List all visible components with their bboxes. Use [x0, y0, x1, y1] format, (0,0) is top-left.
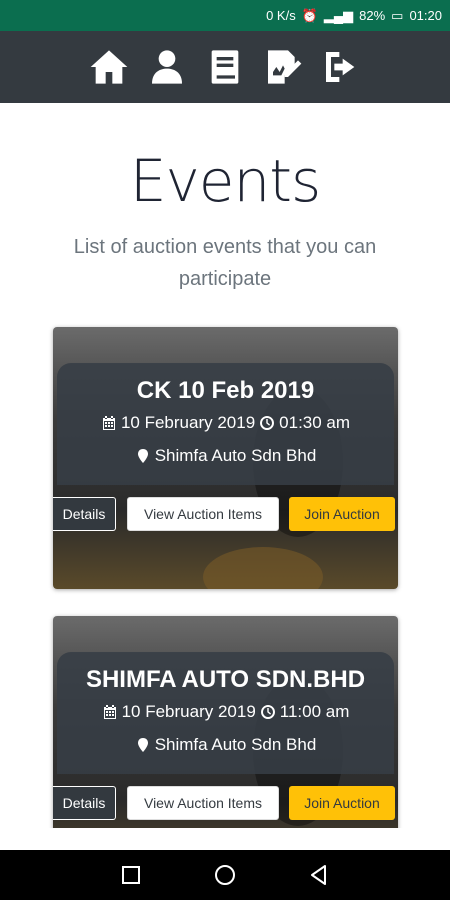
- details-button[interactable]: Details: [53, 786, 116, 820]
- user-icon[interactable]: [146, 46, 188, 88]
- event-location-row: Shimfa Auto Sdn Bhd: [53, 446, 398, 466]
- event-time: 11:00 am: [279, 702, 350, 721]
- event-location: Shimfa Auto Sdn Bhd: [154, 446, 317, 465]
- battery-level: 82%: [359, 8, 386, 23]
- signal-icon: ▂▄▆: [323, 7, 354, 23]
- sign-out-icon[interactable]: [320, 46, 362, 88]
- battery-icon: ▭: [391, 7, 404, 23]
- event-title: SHIMFA AUTO SDN.BHD: [85, 666, 366, 693]
- view-auction-items-button[interactable]: View Auction Items: [127, 786, 279, 820]
- map-marker-icon: [137, 449, 148, 463]
- back-icon[interactable]: [307, 863, 331, 887]
- edit-document-icon[interactable]: [262, 46, 304, 88]
- event-time: 01:30 am: [279, 413, 351, 432]
- page-subtitle: List of auction events that you can part…: [73, 236, 377, 290]
- join-auction-button[interactable]: Join Auction: [289, 786, 395, 820]
- event-location-row: Shimfa Auto Sdn Bhd: [53, 735, 398, 755]
- join-auction-button[interactable]: Join Auction: [289, 497, 395, 531]
- clock-icon: [260, 416, 275, 430]
- map-marker-icon: [137, 738, 148, 752]
- calendar-icon: [103, 705, 116, 719]
- status-bar: 0 K/s ⏰ ▂▄▆ 82% ▭ 01:20: [0, 0, 450, 31]
- system-navigation-bar: [0, 850, 450, 900]
- event-title: CK 10 Feb 2019: [136, 377, 315, 404]
- calendar-icon: [102, 416, 115, 430]
- page-title: Events: [129, 147, 321, 215]
- details-button[interactable]: Details: [53, 497, 116, 531]
- event-date-time: 10 February 2019 01:30 am: [53, 413, 398, 433]
- recents-icon[interactable]: [119, 863, 143, 887]
- event-card: CK 10 Feb 2019 10 February 2019 01:30 am…: [53, 327, 398, 589]
- home-icon[interactable]: [88, 46, 130, 88]
- clock-icon: [260, 705, 275, 719]
- alarm-icon: ⏰: [301, 7, 318, 23]
- network-speed: 0 K/s: [266, 8, 296, 23]
- event-location: Shimfa Auto Sdn Bhd: [154, 735, 317, 754]
- top-navbar: [0, 31, 450, 103]
- event-date: 10 February 2019: [120, 413, 256, 432]
- event-date: 10 February 2019: [121, 702, 256, 721]
- event-date-time: 10 February 2019 11:00 am: [53, 702, 398, 722]
- event-card: SHIMFA AUTO SDN.BHD 10 February 2019 11:…: [53, 616, 398, 828]
- event-actions: Details View Auction Items Join Auction: [53, 786, 398, 820]
- view-auction-items-button[interactable]: View Auction Items: [127, 497, 279, 531]
- main-content: Events List of auction events that you c…: [0, 103, 450, 828]
- event-actions: Details View Auction Items Join Auction: [53, 497, 398, 531]
- book-icon[interactable]: [204, 46, 246, 88]
- home-circle-icon[interactable]: [213, 863, 237, 887]
- clock: 01:20: [409, 8, 442, 23]
